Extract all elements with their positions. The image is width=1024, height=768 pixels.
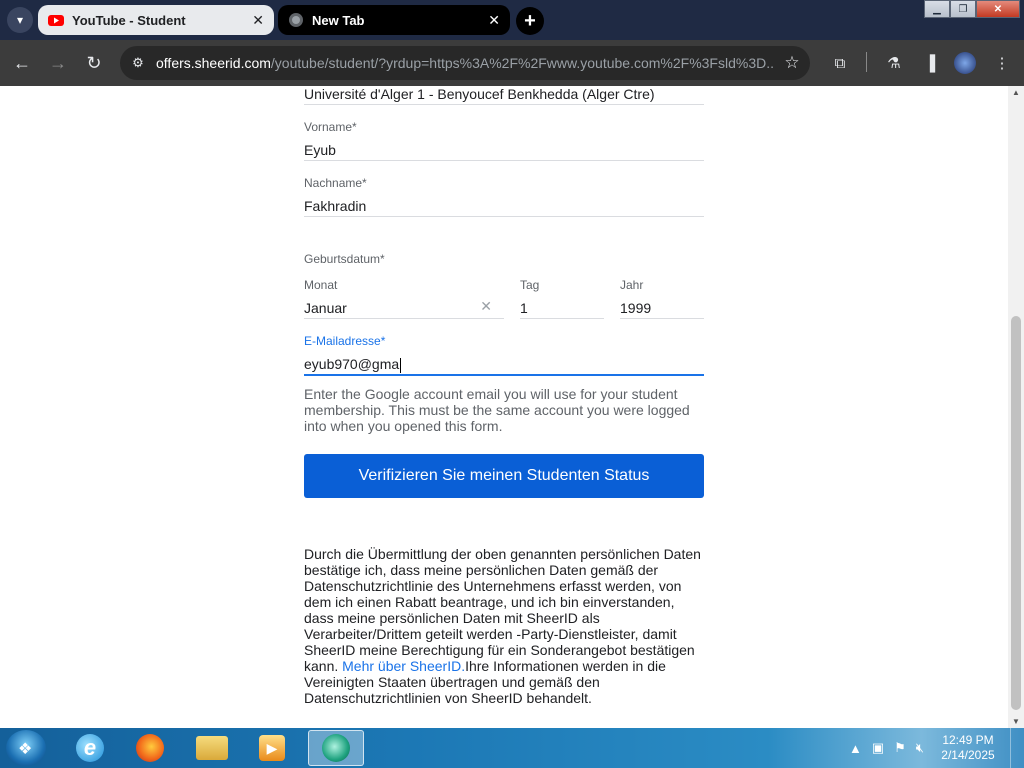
internet-explorer-icon: e bbox=[76, 734, 104, 762]
year-field[interactable]: 1999 bbox=[620, 300, 704, 319]
file-explorer-icon bbox=[196, 736, 228, 760]
maximize-button[interactable]: ❐ bbox=[950, 0, 976, 18]
clock-time: 12:49 PM bbox=[942, 733, 994, 747]
show-hidden-icons-icon[interactable]: ▲ bbox=[849, 741, 862, 756]
browser-tab-bar: ▾ YouTube - Student ✕ New Tab ✕ + ▁ ❐ ✕ bbox=[0, 0, 1024, 40]
verify-student-status-button[interactable]: Verifizieren Sie meinen Studenten Status bbox=[304, 454, 704, 498]
year-label: Jahr bbox=[620, 278, 644, 292]
privacy-text-1: Durch die Übermittlung der oben genannte… bbox=[304, 546, 701, 674]
firstname-field[interactable]: Eyub bbox=[304, 142, 704, 161]
media-player-taskbar-button[interactable]: ▶ bbox=[244, 730, 300, 766]
back-button[interactable]: ← bbox=[10, 51, 34, 75]
clock[interactable]: 12:49 PM 2/14/2025 bbox=[934, 733, 1002, 763]
chrome-like-app-icon bbox=[322, 734, 350, 762]
minimize-button[interactable]: ▁ bbox=[924, 0, 950, 18]
start-button[interactable]: ❖ bbox=[6, 730, 46, 766]
reload-button[interactable]: ↻ bbox=[82, 51, 106, 75]
profile-avatar[interactable] bbox=[954, 52, 976, 74]
month-label: Monat bbox=[304, 278, 338, 292]
university-value: Université d'Alger 1 - Benyoucef Benkhed… bbox=[304, 86, 655, 102]
extensions-icon[interactable]: ⧉ bbox=[830, 53, 850, 73]
scrollbar-thumb[interactable] bbox=[1011, 316, 1021, 710]
media-player-icon: ▶ bbox=[259, 735, 285, 761]
university-field[interactable]: Université d'Alger 1 - Benyoucef Benkhed… bbox=[304, 86, 704, 105]
scroll-up-arrow-icon[interactable]: ▲ bbox=[1012, 88, 1020, 97]
firefox-icon bbox=[136, 734, 164, 762]
labs-flask-icon[interactable]: ⚗ bbox=[884, 53, 904, 73]
browser-toolbar: ← → ↻ ⚙ offers.sheerid.com/youtube/stude… bbox=[0, 40, 1024, 86]
tab-search-button[interactable]: ▾ bbox=[7, 7, 33, 33]
windows-taskbar: ❖ e ▶ ▲ ▣ ⚑ 🔇︎ 12:49 PM 2/14/2025 bbox=[0, 728, 1024, 768]
toolbar-divider bbox=[866, 52, 867, 72]
file-explorer-taskbar-button[interactable] bbox=[184, 730, 240, 766]
email-input[interactable]: eyub970@gma bbox=[304, 356, 704, 376]
youtube-icon bbox=[48, 15, 64, 26]
internet-explorer-taskbar-button[interactable]: e bbox=[62, 730, 118, 766]
action-center-flag-icon[interactable]: ⚑ bbox=[894, 740, 906, 756]
email-label: E-Mailadresse* bbox=[304, 334, 386, 348]
birthdate-label: Geburtsdatum* bbox=[304, 252, 385, 266]
system-tray: ▲ ▣ ⚑ 🔇︎ 12:49 PM 2/14/2025 bbox=[849, 728, 1024, 768]
firstname-label: Vorname* bbox=[304, 120, 357, 134]
text-caret bbox=[400, 357, 402, 373]
tab-youtube-student[interactable]: YouTube - Student ✕ bbox=[38, 5, 274, 35]
learn-more-sheerid-link[interactable]: Mehr über SheerID. bbox=[342, 658, 465, 674]
lastname-field[interactable]: Fakhradin bbox=[304, 198, 704, 217]
tab-new-tab[interactable]: New Tab ✕ bbox=[278, 5, 510, 35]
vertical-scrollbar[interactable]: ▲ ▼ bbox=[1008, 86, 1024, 728]
site-settings-icon[interactable]: ⚙ bbox=[120, 55, 156, 71]
window-controls: ▁ ❐ ✕ bbox=[924, 0, 1020, 20]
clear-month-icon[interactable]: ✕ bbox=[480, 298, 492, 315]
day-field[interactable]: 1 bbox=[520, 300, 604, 319]
year-value: 1999 bbox=[620, 300, 652, 316]
tab-title: New Tab bbox=[312, 12, 365, 28]
page-viewport: Université d'Alger 1 - Benyoucef Benkhed… bbox=[0, 86, 1024, 728]
show-desktop-button[interactable] bbox=[1010, 728, 1024, 768]
email-helper-text: Enter the Google account email you will … bbox=[304, 386, 690, 434]
url-text[interactable]: offers.sheerid.com/youtube/student/?yrdu… bbox=[156, 55, 774, 71]
menu-kebab-icon[interactable]: ⋮ bbox=[992, 53, 1012, 73]
email-value: eyub970@gma bbox=[304, 356, 400, 372]
chrome-taskbar-button[interactable] bbox=[308, 730, 364, 766]
globe-icon bbox=[289, 13, 303, 27]
clock-date: 2/14/2025 bbox=[941, 748, 995, 762]
close-tab-icon[interactable]: ✕ bbox=[488, 12, 500, 29]
day-label: Tag bbox=[520, 278, 540, 292]
close-window-button[interactable]: ✕ bbox=[976, 0, 1020, 18]
lastname-label: Nachname* bbox=[304, 176, 367, 190]
firefox-taskbar-button[interactable] bbox=[122, 730, 178, 766]
privacy-notice: Durch die Übermittlung der oben genannte… bbox=[304, 546, 704, 706]
month-value: Januar bbox=[304, 300, 347, 316]
volume-muted-icon[interactable]: 🔇︎ bbox=[916, 740, 924, 756]
lastname-value: Fakhradin bbox=[304, 198, 367, 214]
windows-logo-icon: ❖ bbox=[18, 741, 33, 758]
new-tab-button[interactable]: + bbox=[516, 7, 544, 35]
firstname-value: Eyub bbox=[304, 142, 336, 158]
bookmark-star-icon[interactable]: ☆ bbox=[774, 53, 810, 73]
month-select[interactable]: Januar ✕ bbox=[304, 298, 504, 319]
address-bar[interactable]: ⚙ offers.sheerid.com/youtube/student/?yr… bbox=[120, 46, 810, 80]
tab-title: YouTube - Student bbox=[72, 12, 186, 28]
side-panel-icon[interactable]: ▐ bbox=[920, 53, 940, 73]
close-tab-icon[interactable]: ✕ bbox=[252, 12, 264, 29]
day-value: 1 bbox=[520, 300, 528, 316]
forward-button[interactable]: → bbox=[46, 51, 70, 75]
scroll-down-arrow-icon[interactable]: ▼ bbox=[1012, 717, 1020, 726]
network-icon[interactable]: ▣ bbox=[872, 740, 884, 756]
